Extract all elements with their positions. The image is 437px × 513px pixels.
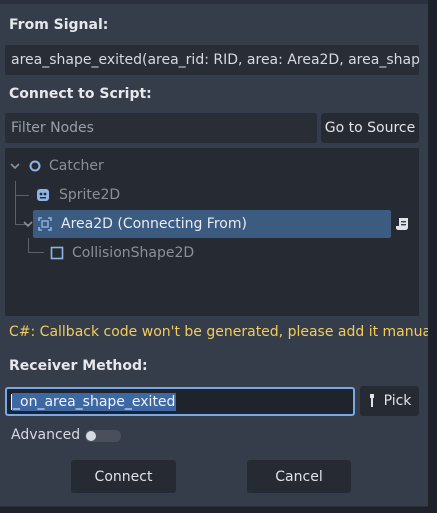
connect-signal-dialog: From Signal: area_shape_exited(area_rid:… — [0, 0, 437, 507]
dialog-top-edge — [0, 0, 428, 4]
advanced-toggle-knob — [86, 431, 96, 441]
scene-tree[interactable]: Catcher Sprite2D Area2D (Connecting From… — [5, 148, 419, 316]
connect-to-script-label: Connect to Script: — [9, 86, 152, 102]
csharp-warning-text: C#: Callback code won't be generated, pl… — [9, 324, 437, 340]
filter-nodes-placeholder: Filter Nodes — [11, 120, 94, 136]
advanced-toggle[interactable] — [85, 430, 121, 442]
node-circle-icon — [27, 159, 43, 173]
connect-button[interactable]: Connect — [71, 460, 176, 493]
chevron-down-icon[interactable] — [8, 162, 22, 170]
pick-method-button[interactable]: Pick — [360, 386, 419, 416]
pick-label: Pick — [383, 393, 412, 409]
sprite-icon — [35, 188, 51, 202]
area2d-icon — [37, 217, 53, 231]
chevron-down-icon[interactable] — [22, 220, 34, 228]
tree-item-label: Catcher — [49, 158, 104, 174]
filter-nodes-input[interactable]: Filter Nodes — [5, 113, 317, 143]
from-signal-label: From Signal: — [9, 17, 109, 33]
signal-signature-text: area_shape_exited(area_rid: RID, area: A… — [11, 52, 419, 68]
collision-shape-icon — [49, 246, 65, 260]
background-edge — [428, 0, 437, 513]
cancel-button[interactable]: Cancel — [247, 460, 351, 493]
tree-item-collisionshape2d[interactable]: CollisionShape2D — [49, 239, 194, 267]
tree-item-area2d[interactable]: Area2D (Connecting From) — [22, 210, 247, 238]
tree-item-sprite2d[interactable]: Sprite2D — [35, 181, 120, 209]
tree-item-label: CollisionShape2D — [72, 245, 195, 261]
eyedropper-icon — [368, 394, 376, 408]
receiver-method-label: Receiver Method: — [9, 358, 148, 374]
tree-guide-line — [15, 181, 16, 225]
tree-item-label: Sprite2D — [59, 187, 121, 203]
receiver-method-input[interactable]: _on_area_shape_exited — [5, 387, 355, 416]
signal-signature-field[interactable]: area_shape_exited(area_rid: RID, area: A… — [5, 45, 419, 75]
advanced-label: Advanced — [11, 427, 81, 443]
go-to-source-button[interactable]: Go to Source — [321, 113, 419, 143]
receiver-method-value: _on_area_shape_exited — [12, 392, 177, 411]
tree-guide-line — [15, 195, 29, 196]
script-icon[interactable] — [395, 216, 411, 232]
tree-item-catcher[interactable]: Catcher — [8, 152, 104, 180]
tree-guide-line — [28, 238, 29, 253]
tree-guide-line — [28, 252, 44, 253]
tree-item-label: Area2D (Connecting From) — [61, 216, 247, 232]
